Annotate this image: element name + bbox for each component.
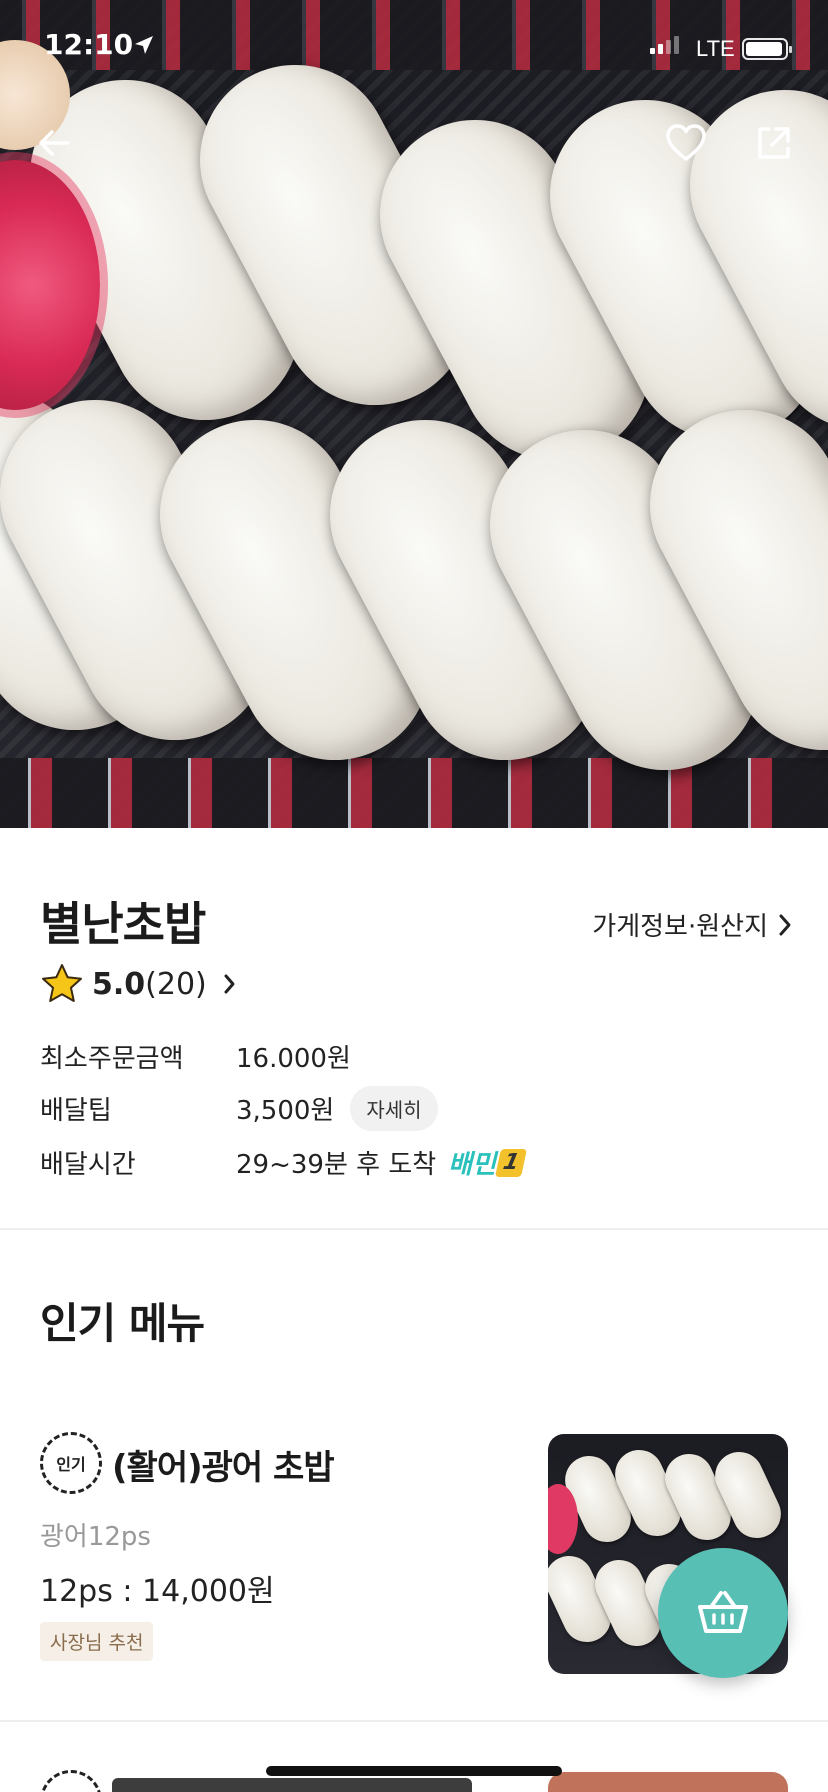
rating-score: 5.0 [92, 966, 146, 1002]
delivery-time-value: 29~39분 후 도착 [236, 1150, 437, 1180]
heart-outline-icon [666, 124, 706, 161]
popular-badge: 인기 [40, 1432, 102, 1494]
rating-summary[interactable]: 5.0 (20) [40, 962, 237, 1006]
menu-item-price: 12ps : 14,000원 [40, 1574, 275, 1609]
cart-button[interactable] [658, 1548, 788, 1678]
arrow-left-icon [39, 130, 70, 156]
baemin1-badge-text: 배민 [448, 1150, 497, 1180]
delivery-time-label: 배달시간 [40, 1150, 136, 1180]
next-item-badge [40, 1770, 102, 1792]
min-order-value: 16.000원 [236, 1044, 351, 1074]
store-name: 별난초밥 [40, 897, 206, 951]
location-arrow-icon [135, 36, 153, 54]
chevron-right-icon [224, 974, 235, 994]
next-item-name [112, 1778, 472, 1792]
favorite-button[interactable] [658, 115, 714, 171]
network-type: LTE [696, 36, 735, 61]
back-button[interactable] [26, 115, 82, 171]
next-item-thumbnail [548, 1772, 788, 1792]
store-info-link[interactable]: 가게정보·원산지 [592, 906, 792, 943]
home-indicator[interactable] [266, 1766, 562, 1776]
star-icon [42, 964, 82, 1002]
share-button[interactable] [746, 115, 802, 171]
baemin1-badge: 배민 1 [448, 1144, 527, 1181]
section-title-popular-menu: 인기 메뉴 [40, 1299, 205, 1348]
min-order-label: 최소주문금액 [40, 1044, 184, 1074]
min-order-row: 최소주문금액 16.000원 [40, 1038, 351, 1075]
chevron-right-icon [779, 914, 791, 935]
owner-recommend-tag: 사장님 추천 [40, 1622, 154, 1661]
baemin1-badge-number: 1 [495, 1148, 527, 1177]
store-info-link-label: 가게정보·원산지 [592, 912, 768, 942]
basket-icon [698, 1591, 748, 1633]
tray-rim [0, 758, 828, 828]
delivery-tip-row: 배달팁 3,500원 자세히 [40, 1086, 438, 1131]
status-time: 12:10 [44, 28, 134, 61]
divider [0, 1720, 828, 1722]
share-icon [758, 127, 790, 159]
delivery-tip-label: 배달팁 [40, 1096, 112, 1126]
delivery-tip-detail-button[interactable]: 자세히 [350, 1086, 438, 1131]
delivery-tip-value: 3,500원 [236, 1096, 335, 1126]
menu-item-description: 광어12ps [40, 1522, 151, 1552]
divider [0, 1228, 828, 1230]
delivery-time-row: 배달시간 29~39분 후 도착 배민 1 [40, 1144, 527, 1181]
store-hero-image: 12:10 LTE [0, 0, 828, 828]
menu-item-name: (활어)광어 초밥 [112, 1448, 335, 1488]
cellular-signal-icon [650, 36, 679, 54]
battery-icon [742, 38, 792, 60]
review-count: (20) [145, 966, 207, 1002]
